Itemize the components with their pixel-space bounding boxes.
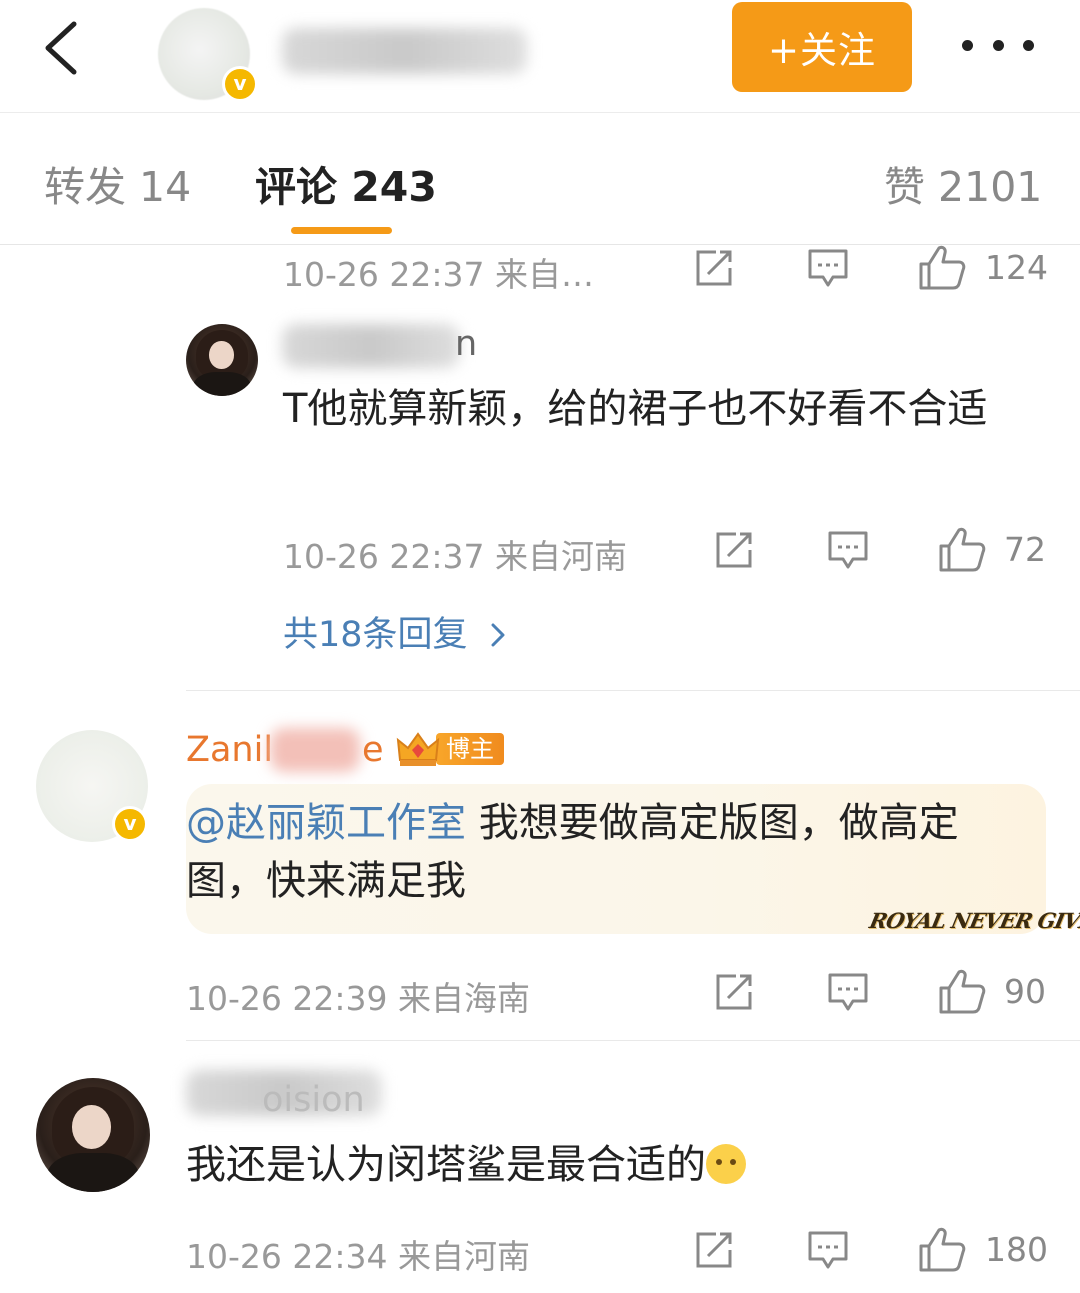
share-icon[interactable] xyxy=(712,530,756,570)
user-avatar[interactable] xyxy=(186,324,258,396)
chevron-left-icon xyxy=(45,21,77,75)
blogger-badge: 博主 xyxy=(396,730,504,768)
comment-icon[interactable] xyxy=(806,247,850,289)
avatar-body xyxy=(47,1153,139,1192)
thumb-up-icon[interactable] xyxy=(917,244,967,292)
back-button[interactable] xyxy=(38,18,88,78)
author-name-blurred[interactable] xyxy=(282,28,527,74)
username-tail[interactable]: e xyxy=(362,730,384,770)
comment-text: @赵丽颖工作室 我想要做高定版图，做高定图，快来满足我 xyxy=(186,794,1026,910)
tab-likes[interactable]: 赞 2101 xyxy=(884,153,1042,213)
divider xyxy=(186,690,1080,691)
share-icon[interactable] xyxy=(712,972,756,1012)
dot xyxy=(992,39,1004,51)
tab-comments[interactable]: 评论 243 xyxy=(255,153,437,213)
username[interactable]: oision xyxy=(262,1080,365,1120)
username-blurred[interactable] xyxy=(282,324,460,368)
view-replies-link[interactable]: 共18条回复 xyxy=(283,606,509,657)
more-options-button[interactable] xyxy=(962,30,1034,60)
avatar-body xyxy=(193,371,251,396)
comment-text: 我还是认为闵塔鲨是最合适的 xyxy=(186,1136,1046,1194)
comment-meta: 10-26 22:37 来自河南 xyxy=(283,537,627,576)
divider xyxy=(186,1040,1080,1041)
dot xyxy=(1023,39,1034,51)
comment-icon[interactable] xyxy=(826,971,870,1013)
like-count: 90 xyxy=(1004,972,1046,1011)
like-count: 124 xyxy=(985,248,1048,287)
tab-repost[interactable]: 转发 14 xyxy=(44,153,191,213)
comment-icon[interactable] xyxy=(826,529,870,571)
like-count: 72 xyxy=(1004,530,1046,569)
pleading-face-emoji xyxy=(706,1144,746,1184)
comment-meta: 10-26 22:34 来自河南 xyxy=(186,1237,530,1276)
thumb-up-icon[interactable] xyxy=(917,1226,967,1274)
mention-link[interactable]: @赵丽颖工作室 xyxy=(186,800,466,846)
user-avatar[interactable] xyxy=(36,1078,150,1192)
dot xyxy=(962,39,973,51)
comment-meta: 10-26 22:37 来自… xyxy=(283,255,594,294)
replies-label: 共18条回复 xyxy=(283,615,468,655)
bubble-decoration-text: ROYAL NEVER GIVE UP xyxy=(867,908,1080,933)
username[interactable]: Zanil xyxy=(186,730,273,770)
comment-text: T他就算新颖，给的裙子也不好看不合适 xyxy=(283,386,988,432)
like-count: 180 xyxy=(985,1230,1048,1269)
chevron-right-icon xyxy=(491,623,505,647)
top-bar: v +关注 xyxy=(0,0,1080,113)
active-tab-indicator xyxy=(291,227,392,234)
badge-label: 博主 xyxy=(436,733,504,765)
share-icon[interactable] xyxy=(692,1230,736,1270)
comment-meta: 10-26 22:39 来自海南 xyxy=(186,979,530,1018)
verified-badge-icon: v xyxy=(112,806,148,842)
avatar-face xyxy=(72,1105,112,1149)
follow-button[interactable]: +关注 xyxy=(732,2,912,92)
avatar-face xyxy=(209,341,234,369)
comment-icon[interactable] xyxy=(806,1229,850,1271)
share-icon[interactable] xyxy=(692,248,736,288)
comment-body: 我还是认为闵塔鲨是最合适的 xyxy=(186,1142,706,1188)
tab-bar: 转发 14 评论 243 赞 2101 xyxy=(0,113,1080,245)
thumb-up-icon[interactable] xyxy=(937,526,987,574)
username[interactable]: n xyxy=(455,324,477,364)
verified-badge-icon: v xyxy=(222,66,258,102)
crown-icon xyxy=(396,730,440,768)
username-blurred[interactable] xyxy=(270,728,360,772)
thumb-up-icon[interactable] xyxy=(937,968,987,1016)
